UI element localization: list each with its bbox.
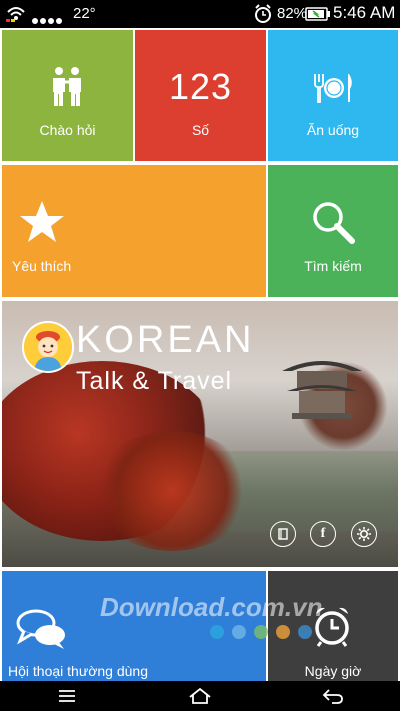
- star-icon: [20, 201, 64, 242]
- settings-gear-icon[interactable]: [351, 521, 377, 547]
- fork-plate-knife-icon: [314, 74, 352, 103]
- banner-subtitle: Talk & Travel: [76, 367, 233, 395]
- tile-search-label: Tìm kiếm: [304, 258, 362, 274]
- tile-favorites-label: Yêu thích: [12, 258, 72, 274]
- signal-dots-icon: [32, 11, 64, 29]
- alarm-icon: [255, 4, 271, 23]
- watermark-dot: [232, 625, 246, 639]
- book-icon[interactable]: [270, 521, 296, 547]
- status-bar: 22° 82% 5:46 AM: [0, 0, 400, 28]
- app-mascot-avatar: [22, 321, 74, 373]
- tile-numbers[interactable]: 123 Số: [135, 30, 266, 161]
- back-icon: [322, 689, 343, 704]
- clock-time: 5:46 AM: [333, 3, 396, 22]
- banner-background-maple-lower: [92, 431, 252, 551]
- watermark-dots: [210, 625, 320, 644]
- menu-button[interactable]: [0, 681, 133, 711]
- watermark-logo: Download.com.vn: [100, 592, 323, 622]
- back-button[interactable]: [266, 681, 399, 711]
- tile-search[interactable]: Tìm kiếm: [268, 165, 398, 297]
- chat-bubbles-icon: [16, 609, 65, 649]
- watermark-dot: [298, 625, 312, 639]
- watermark-dot: [254, 625, 268, 639]
- banner-korean-talk-travel[interactable]: KOREAN Talk & Travel f: [2, 301, 398, 567]
- tile-eating[interactable]: Ăn uống: [268, 30, 398, 161]
- search-icon: [313, 202, 355, 244]
- pavilion-image: [282, 361, 362, 419]
- home-button[interactable]: [133, 681, 266, 711]
- weather-temperature: 22°: [73, 5, 96, 22]
- tile-datetime-label: Ngày giờ: [304, 663, 362, 679]
- battery-icon: [305, 7, 330, 21]
- tile-favorites[interactable]: Yêu thích: [2, 165, 266, 297]
- numbers-icon: 123: [168, 66, 233, 107]
- system-navigation-bar: [0, 681, 400, 711]
- tile-eating-label: Ăn uống: [306, 122, 360, 138]
- battery-percent: 82%: [277, 5, 308, 22]
- tile-greetings[interactable]: Chào hỏi: [2, 30, 133, 161]
- wifi-icon: [6, 7, 25, 22]
- watermark-dot: [276, 625, 290, 639]
- tile-conversation-label: Hội thoại thường dùng: [8, 663, 148, 679]
- tile-greetings-label: Chào hỏi: [39, 122, 96, 138]
- home-icon: [188, 687, 211, 704]
- facebook-icon[interactable]: f: [310, 521, 336, 547]
- menu-icon: [58, 690, 75, 702]
- greeting-people-icon: [53, 67, 81, 106]
- banner-title: KOREAN: [76, 319, 255, 361]
- watermark-dot: [210, 625, 224, 639]
- tile-numbers-label: Số: [191, 122, 210, 138]
